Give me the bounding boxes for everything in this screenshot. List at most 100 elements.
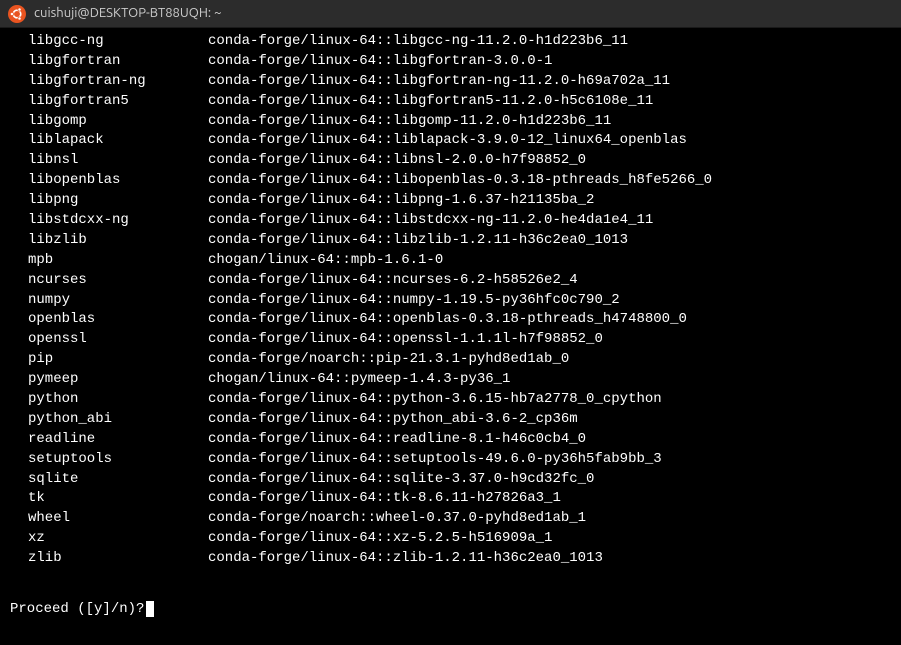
package-spec: conda-forge/linux-64::numpy-1.19.5-py36h…: [208, 291, 620, 310]
package-name: mpb: [28, 251, 208, 270]
indent: [10, 251, 28, 270]
package-name: openssl: [28, 330, 208, 349]
package-row: readlineconda-forge/linux-64::readline-8…: [10, 430, 891, 449]
window-title-bar: cuishuji@DESKTOP-BT88UQH: ~: [0, 0, 901, 28]
package-row: libstdcxx-ngconda-forge/linux-64::libstd…: [10, 211, 891, 230]
package-name: libpng: [28, 191, 208, 210]
package-spec: conda-forge/linux-64::libgfortran-3.0.0-…: [208, 52, 552, 71]
package-spec: conda-forge/linux-64::xz-5.2.5-h516909a_…: [208, 529, 552, 548]
package-name: libgcc-ng: [28, 32, 208, 51]
terminal-output[interactable]: libgcc-ngconda-forge/linux-64::libgcc-ng…: [0, 28, 901, 623]
indent: [10, 291, 28, 310]
package-name: libgomp: [28, 112, 208, 131]
package-name: libnsl: [28, 151, 208, 170]
package-name: libzlib: [28, 231, 208, 250]
package-row: zlibconda-forge/linux-64::zlib-1.2.11-h3…: [10, 549, 891, 568]
indent: [10, 370, 28, 389]
package-row: opensslconda-forge/linux-64::openssl-1.1…: [10, 330, 891, 349]
indent: [10, 271, 28, 290]
package-row: setuptoolsconda-forge/linux-64::setuptoo…: [10, 450, 891, 469]
package-name: libgfortran5: [28, 92, 208, 111]
package-row: sqliteconda-forge/linux-64::sqlite-3.37.…: [10, 470, 891, 489]
package-name: tk: [28, 489, 208, 508]
package-name: ncurses: [28, 271, 208, 290]
package-name: python_abi: [28, 410, 208, 429]
package-row: openblasconda-forge/linux-64::openblas-0…: [10, 310, 891, 329]
package-spec: conda-forge/linux-64::libgfortran5-11.2.…: [208, 92, 653, 111]
package-spec: conda-forge/linux-64::sqlite-3.37.0-h9cd…: [208, 470, 594, 489]
window-title: cuishuji@DESKTOP-BT88UQH: ~: [34, 5, 221, 23]
package-row: mpbchogan/linux-64::mpb-1.6.1-0: [10, 251, 891, 270]
package-spec: conda-forge/linux-64::openssl-1.1.1l-h7f…: [208, 330, 603, 349]
package-spec: conda-forge/linux-64::libnsl-2.0.0-h7f98…: [208, 151, 586, 170]
package-spec: conda-forge/linux-64::libstdcxx-ng-11.2.…: [208, 211, 653, 230]
package-row: wheelconda-forge/noarch::wheel-0.37.0-py…: [10, 509, 891, 528]
package-spec: conda-forge/noarch::pip-21.3.1-pyhd8ed1a…: [208, 350, 569, 369]
package-spec: conda-forge/linux-64::zlib-1.2.11-h36c2e…: [208, 549, 603, 568]
package-row: pipconda-forge/noarch::pip-21.3.1-pyhd8e…: [10, 350, 891, 369]
indent: [10, 310, 28, 329]
indent: [10, 151, 28, 170]
indent: [10, 430, 28, 449]
indent: [10, 529, 28, 548]
package-spec: conda-forge/linux-64::ncurses-6.2-h58526…: [208, 271, 578, 290]
package-row: libpngconda-forge/linux-64::libpng-1.6.3…: [10, 191, 891, 210]
cursor: [146, 601, 154, 617]
indent: [10, 450, 28, 469]
indent: [10, 72, 28, 91]
indent: [10, 330, 28, 349]
package-name: wheel: [28, 509, 208, 528]
package-row: libgompconda-forge/linux-64::libgomp-11.…: [10, 112, 891, 131]
package-name: xz: [28, 529, 208, 548]
package-row: pythonconda-forge/linux-64::python-3.6.1…: [10, 390, 891, 409]
package-name: libstdcxx-ng: [28, 211, 208, 230]
package-name: pip: [28, 350, 208, 369]
package-name: libgfortran-ng: [28, 72, 208, 91]
indent: [10, 470, 28, 489]
package-spec: conda-forge/linux-64::libopenblas-0.3.18…: [208, 171, 712, 190]
package-spec: conda-forge/linux-64::liblapack-3.9.0-12…: [208, 131, 687, 150]
package-spec: conda-forge/linux-64::libpng-1.6.37-h211…: [208, 191, 594, 210]
ubuntu-logo-icon: [8, 5, 26, 23]
package-name: liblapack: [28, 131, 208, 150]
package-spec: conda-forge/linux-64::openblas-0.3.18-pt…: [208, 310, 687, 329]
package-spec: chogan/linux-64::pymeep-1.4.3-py36_1: [208, 370, 510, 389]
indent: [10, 231, 28, 250]
package-row: libopenblasconda-forge/linux-64::libopen…: [10, 171, 891, 190]
package-spec: conda-forge/linux-64::readline-8.1-h46c0…: [208, 430, 586, 449]
indent: [10, 32, 28, 51]
indent: [10, 390, 28, 409]
package-spec: conda-forge/linux-64::libgcc-ng-11.2.0-h…: [208, 32, 628, 51]
package-name: pymeep: [28, 370, 208, 389]
indent: [10, 171, 28, 190]
package-name: libopenblas: [28, 171, 208, 190]
package-name: libgfortran: [28, 52, 208, 71]
indent: [10, 549, 28, 568]
package-row: numpyconda-forge/linux-64::numpy-1.19.5-…: [10, 291, 891, 310]
package-spec: conda-forge/linux-64::libzlib-1.2.11-h36…: [208, 231, 628, 250]
package-name: sqlite: [28, 470, 208, 489]
package-row: ncursesconda-forge/linux-64::ncurses-6.2…: [10, 271, 891, 290]
package-spec: conda-forge/linux-64::libgfortran-ng-11.…: [208, 72, 670, 91]
indent: [10, 191, 28, 210]
package-row: libgcc-ngconda-forge/linux-64::libgcc-ng…: [10, 32, 891, 51]
package-row: libzlibconda-forge/linux-64::libzlib-1.2…: [10, 231, 891, 250]
package-row: liblapackconda-forge/linux-64::liblapack…: [10, 131, 891, 150]
package-spec: chogan/linux-64::mpb-1.6.1-0: [208, 251, 443, 270]
package-row: python_abiconda-forge/linux-64::python_a…: [10, 410, 891, 429]
package-spec: conda-forge/linux-64::python_abi-3.6-2_c…: [208, 410, 578, 429]
package-spec: conda-forge/linux-64::libgomp-11.2.0-h1d…: [208, 112, 611, 131]
indent: [10, 489, 28, 508]
package-row: libgfortranconda-forge/linux-64::libgfor…: [10, 52, 891, 71]
indent: [10, 52, 28, 71]
indent: [10, 350, 28, 369]
package-spec: conda-forge/linux-64::python-3.6.15-hb7a…: [208, 390, 662, 409]
package-name: readline: [28, 430, 208, 449]
package-row: libgfortran-ngconda-forge/linux-64::libg…: [10, 72, 891, 91]
package-name: zlib: [28, 549, 208, 568]
indent: [10, 112, 28, 131]
package-list: libgcc-ngconda-forge/linux-64::libgcc-ng…: [10, 32, 891, 568]
package-name: numpy: [28, 291, 208, 310]
prompt-line[interactable]: Proceed ([y]/n)?: [10, 600, 891, 619]
package-row: libgfortran5conda-forge/linux-64::libgfo…: [10, 92, 891, 111]
